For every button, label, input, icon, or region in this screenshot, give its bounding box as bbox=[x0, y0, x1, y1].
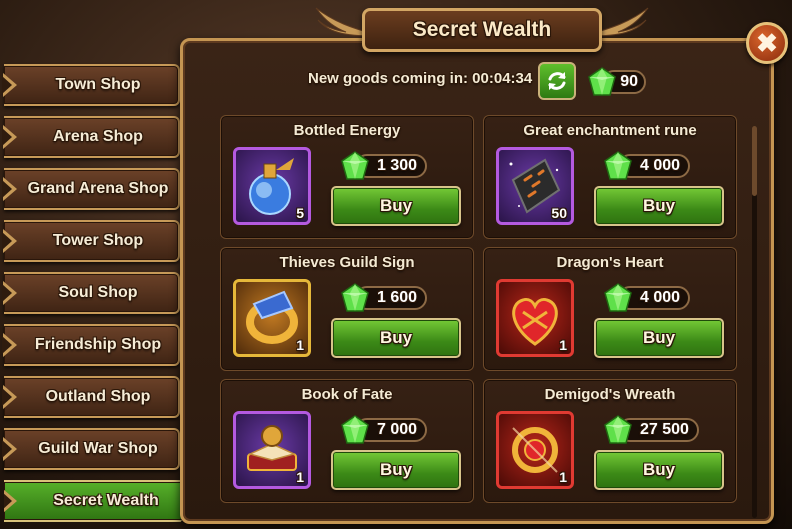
restock-timer: New goods coming in: 00:04:34 bbox=[308, 70, 532, 92]
buy-button[interactable]: Buy bbox=[594, 450, 724, 490]
item-icon-frame[interactable]: 1 bbox=[233, 279, 311, 357]
item-quantity: 1 bbox=[559, 469, 567, 485]
item-price: 4 000 bbox=[602, 150, 702, 180]
sidebar-item-guild-war-shop[interactable]: Guild War Shop bbox=[2, 428, 180, 470]
timer-label: New goods coming in: bbox=[308, 70, 468, 87]
close-button[interactable]: ✖ bbox=[746, 22, 788, 64]
shop-item-thieves-guild-sign: Thieves Guild Sign 1 1 600 Buy bbox=[220, 247, 474, 371]
sidebar-item-arena-shop[interactable]: Arena Shop bbox=[2, 116, 180, 158]
sidebar-item-label: Outland Shop bbox=[45, 388, 151, 405]
shop-item-great-enchantment-rune: Great enchantment rune 50 4 000 Buy bbox=[483, 115, 737, 239]
scrollbar-thumb[interactable] bbox=[752, 126, 757, 196]
sidebar-item-label: Town Shop bbox=[55, 76, 141, 93]
buy-button[interactable]: Buy bbox=[331, 318, 461, 358]
sidebar-item-outland-shop[interactable]: Outland Shop bbox=[2, 376, 180, 418]
emerald-icon bbox=[604, 151, 632, 180]
emerald-icon bbox=[604, 415, 632, 444]
item-quantity: 1 bbox=[296, 337, 304, 353]
sidebar-item-label: Secret Wealth bbox=[53, 492, 159, 509]
item-icon-frame[interactable]: 1 bbox=[233, 411, 311, 489]
sidebar-item-secret-wealth[interactable]: Secret Wealth bbox=[4, 480, 196, 522]
sidebar-item-label: Soul Shop bbox=[58, 284, 138, 301]
item-name: Bottled Energy bbox=[293, 122, 401, 139]
sidebar-item-label: Friendship Shop bbox=[34, 336, 162, 353]
buy-button[interactable]: Buy bbox=[594, 186, 724, 226]
item-name: Dragon's Heart bbox=[556, 254, 664, 271]
sidebar-item-town-shop[interactable]: Town Shop bbox=[2, 64, 180, 106]
item-price: 27 500 bbox=[602, 414, 702, 444]
close-icon: ✖ bbox=[756, 27, 778, 58]
shop-item-book-of-fate: Book of Fate 1 7 000 Buy bbox=[220, 379, 474, 503]
sidebar-item-tower-shop[interactable]: Tower Shop bbox=[2, 220, 180, 262]
sidebar-item-label: Guild War Shop bbox=[38, 440, 158, 457]
item-quantity: 5 bbox=[296, 205, 304, 221]
buy-button[interactable]: Buy bbox=[594, 318, 724, 358]
scrollbar[interactable] bbox=[752, 126, 757, 518]
item-icon-frame[interactable]: 1 bbox=[496, 279, 574, 357]
gem-balance: 90 bbox=[586, 66, 646, 96]
shop-item-bottled-energy: Bottled Energy 5 1 300 Buy bbox=[220, 115, 474, 239]
item-icon-frame[interactable]: 1 bbox=[496, 411, 574, 489]
sidebar-item-friendship-shop[interactable]: Friendship Shop bbox=[2, 324, 180, 366]
sidebar-item-label: Tower Shop bbox=[52, 232, 144, 249]
shop-item-demigods-wreath: Demigod's Wreath 1 27 500 Buy bbox=[483, 379, 737, 503]
emerald-icon bbox=[341, 151, 369, 180]
emerald-icon bbox=[341, 283, 369, 312]
sidebar-item-label: Arena Shop bbox=[53, 128, 143, 145]
item-name: Demigod's Wreath bbox=[544, 386, 676, 403]
item-price: 1 300 bbox=[339, 150, 439, 180]
item-quantity: 1 bbox=[559, 337, 567, 353]
item-price: 7 000 bbox=[339, 414, 439, 444]
emerald-icon bbox=[341, 415, 369, 444]
refresh-button[interactable] bbox=[538, 62, 576, 100]
emerald-icon bbox=[604, 283, 632, 312]
item-icon-frame[interactable]: 50 bbox=[496, 147, 574, 225]
item-quantity: 50 bbox=[551, 205, 567, 221]
item-icon-frame[interactable]: 5 bbox=[233, 147, 311, 225]
timer-value: 00:04:34 bbox=[472, 70, 533, 87]
refresh-icon bbox=[548, 72, 566, 90]
buy-button[interactable]: Buy bbox=[331, 186, 461, 226]
item-name: Great enchantment rune bbox=[523, 122, 697, 139]
sidebar-item-grand-arena-shop[interactable]: Grand Arena Shop bbox=[2, 168, 180, 210]
item-name: Thieves Guild Sign bbox=[279, 254, 415, 271]
item-quantity: 1 bbox=[296, 469, 304, 485]
window-title: Secret Wealth bbox=[362, 8, 602, 52]
item-price: 1 600 bbox=[339, 282, 439, 312]
item-name: Book of Fate bbox=[301, 386, 393, 403]
sidebar-item-label: Grand Arena Shop bbox=[27, 180, 169, 197]
sidebar-item-soul-shop[interactable]: Soul Shop bbox=[2, 272, 180, 314]
buy-button[interactable]: Buy bbox=[331, 450, 461, 490]
emerald-icon bbox=[588, 67, 616, 96]
shop-item-dragons-heart: Dragon's Heart 1 4 000 Buy bbox=[483, 247, 737, 371]
item-price: 4 000 bbox=[602, 282, 702, 312]
